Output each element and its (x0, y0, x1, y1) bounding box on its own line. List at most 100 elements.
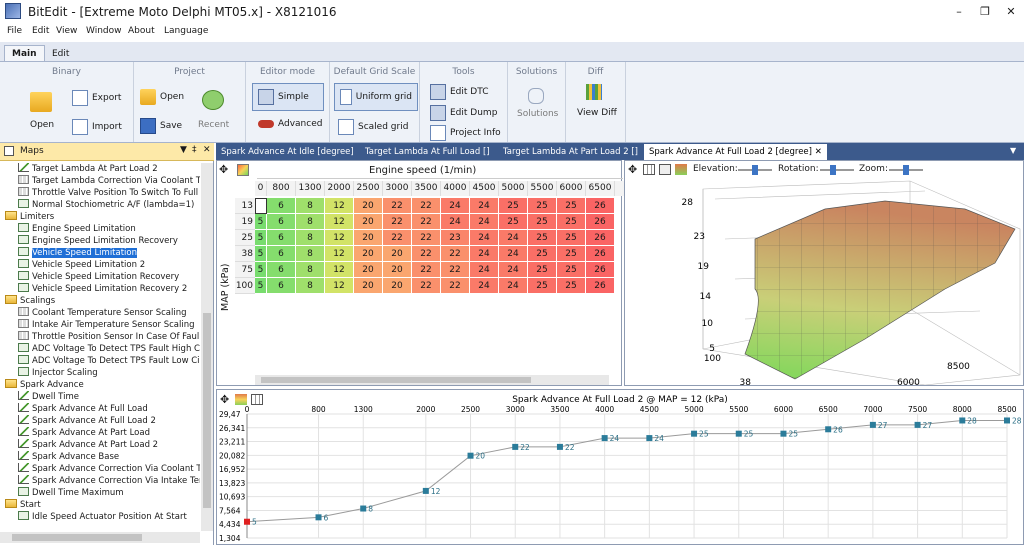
table-cell[interactable]: 12 (325, 246, 354, 262)
tree-item[interactable]: Spark Advance Correction Via Intake Ter (18, 475, 200, 487)
tree-folder[interactable]: Limiters (5, 211, 54, 223)
table-cell[interactable]: 12 (325, 230, 354, 246)
grid-scrollbar-thumb[interactable] (261, 377, 531, 383)
scrollbar-thumb[interactable] (203, 313, 211, 508)
table-cell[interactable]: 6 (267, 230, 296, 246)
x-axis-cell[interactable]: 5500 (528, 181, 557, 196)
tab-main[interactable]: Main (4, 45, 45, 62)
axis-icon[interactable] (659, 164, 671, 175)
edit-dump-button[interactable]: Edit Dump (430, 105, 497, 121)
table-cell[interactable]: 20 (383, 246, 412, 262)
table-cell[interactable]: 22 (383, 230, 412, 246)
tree-item[interactable]: Spark Advance At Full Load 2 (18, 415, 156, 427)
table-cell[interactable]: 5 (255, 262, 267, 278)
table-cell[interactable]: 25 (557, 246, 586, 262)
table-cell[interactable]: 6 (267, 278, 296, 294)
elevation-slider[interactable] (738, 165, 772, 175)
table-cell[interactable]: 8 (296, 262, 325, 278)
table-cell[interactable]: 24 (470, 230, 499, 246)
table-cell[interactable]: 20 (383, 262, 412, 278)
table-cell[interactable]: 26 (586, 246, 615, 262)
tree-folder[interactable]: Spark Advance (5, 379, 84, 391)
table-cell[interactable]: 20 (354, 278, 383, 294)
table-cell[interactable]: 22 (412, 278, 441, 294)
3d-surface-view[interactable]: 28 23 19 14 10 5 100 38 8500 6000 (625, 179, 1023, 385)
table-cell[interactable]: 24 (499, 262, 528, 278)
table-cell[interactable]: 22 (412, 214, 441, 230)
x-axis-cell[interactable]: 3500 (412, 181, 441, 196)
table-cell[interactable]: 12 (325, 278, 354, 294)
table-cell[interactable]: 25 (528, 198, 557, 214)
x-axis-cell[interactable]: 1300 (296, 181, 325, 196)
pin-icon[interactable]: ‡ (192, 145, 197, 155)
project-info-button[interactable]: Project Info (430, 125, 501, 141)
table-cell[interactable]: 24 (499, 278, 528, 294)
table-cell[interactable]: 6 (267, 214, 296, 230)
tree-item[interactable]: Engine Speed Limitation Recovery (18, 235, 178, 247)
table-cell[interactable] (255, 198, 267, 214)
x-axis-cell[interactable]: 4500 (470, 181, 499, 196)
tree-item[interactable]: ADC Voltage To Detect TPS Fault Low Ci (18, 355, 200, 367)
menu-file[interactable]: File (7, 26, 22, 36)
tree-item[interactable]: Dwell Time (18, 391, 79, 403)
table-cell[interactable]: 22 (412, 198, 441, 214)
table-cell[interactable]: 20 (354, 262, 383, 278)
table-cell[interactable]: 26 (586, 230, 615, 246)
tree-item[interactable]: Throttle Valve Position To Switch To Ful… (18, 187, 198, 199)
doc-tab-spark-idle[interactable]: Spark Advance At Idle [degree] (216, 144, 359, 160)
tree-item[interactable]: Injector Scaling (18, 367, 98, 379)
table-cell[interactable]: 26 (586, 278, 615, 294)
table-cell[interactable]: 22 (412, 246, 441, 262)
table-cell[interactable]: 23 (441, 230, 470, 246)
table-cell[interactable]: 8 (296, 246, 325, 262)
tree-item[interactable]: Throttle Position Sensor In Case Of Faul (18, 331, 199, 343)
menu-language[interactable]: Language (164, 26, 208, 36)
table-cell[interactable]: 24 (499, 246, 528, 262)
solutions-button[interactable] (528, 88, 544, 107)
table-cell[interactable]: 22 (441, 262, 470, 278)
tree-item[interactable]: Vehicle Speed Limitation Recovery 2 (18, 283, 187, 295)
tree-item[interactable]: Spark Advance Base (18, 451, 119, 463)
table-cell[interactable]: 20 (354, 230, 383, 246)
table-cell[interactable]: 8 (296, 214, 325, 230)
open-binary-label[interactable]: Open (30, 120, 54, 130)
grid-toggle-icon[interactable] (643, 164, 655, 175)
project-save-button[interactable]: Save (140, 118, 182, 134)
table-cell[interactable]: 25 (557, 198, 586, 214)
table-cell[interactable]: 24 (499, 230, 528, 246)
tree-item[interactable]: Spark Advance At Full Load (18, 403, 148, 415)
table-cell[interactable]: 12 (325, 214, 354, 230)
doc-tab-spark-full2[interactable]: Spark Advance At Full Load 2 [degree] ✕ (644, 144, 827, 160)
tree-horizontal-scrollbar[interactable] (0, 532, 200, 543)
table-cell[interactable]: 22 (412, 230, 441, 246)
table-cell[interactable]: 25 (528, 262, 557, 278)
tree-item[interactable]: Target Lambda At Part Load 2 (18, 163, 158, 175)
x-axis-cell[interactable]: 800 (267, 181, 296, 196)
table-cell[interactable]: 25 (557, 278, 586, 294)
y-axis-cell[interactable]: 13 (235, 198, 255, 214)
tree-item[interactable]: Engine Speed Limitation (18, 223, 136, 235)
x-axis-cell[interactable]: 5000 (499, 181, 528, 196)
table-cell[interactable]: 20 (354, 246, 383, 262)
table-cell[interactable]: 25 (499, 214, 528, 230)
menu-about[interactable]: About (128, 26, 155, 36)
tree-vertical-scrollbar[interactable] (201, 163, 213, 531)
table-cell[interactable]: 22 (383, 214, 412, 230)
table-cell[interactable]: 25 (499, 198, 528, 214)
menu-window[interactable]: Window (86, 26, 122, 36)
tree-item[interactable]: Intake Air Temperature Sensor Scaling (18, 319, 195, 331)
close-panel-icon[interactable]: ✕ (203, 145, 211, 155)
doc-tab-lambda-part2[interactable]: Target Lambda At Part Load 2 [] (498, 144, 643, 160)
grid-horizontal-scrollbar[interactable] (255, 375, 609, 385)
table-cell[interactable]: 6 (267, 262, 296, 278)
scaled-grid-button[interactable]: Scaled grid (338, 119, 408, 135)
h-scrollbar-thumb[interactable] (12, 534, 142, 541)
table-cell[interactable]: 25 (528, 246, 557, 262)
table-cell[interactable]: 24 (470, 214, 499, 230)
spark-advance-line-chart[interactable]: Spark Advance At Full Load 2 @ MAP = 12 … (217, 390, 1023, 544)
table-cell[interactable]: 25 (557, 214, 586, 230)
import-button[interactable]: Import (72, 119, 122, 135)
table-cell[interactable]: 24 (441, 214, 470, 230)
y-axis-cell[interactable]: 25 (235, 230, 255, 246)
tree-item[interactable]: ADC Voltage To Detect TPS Fault High C (18, 343, 200, 355)
